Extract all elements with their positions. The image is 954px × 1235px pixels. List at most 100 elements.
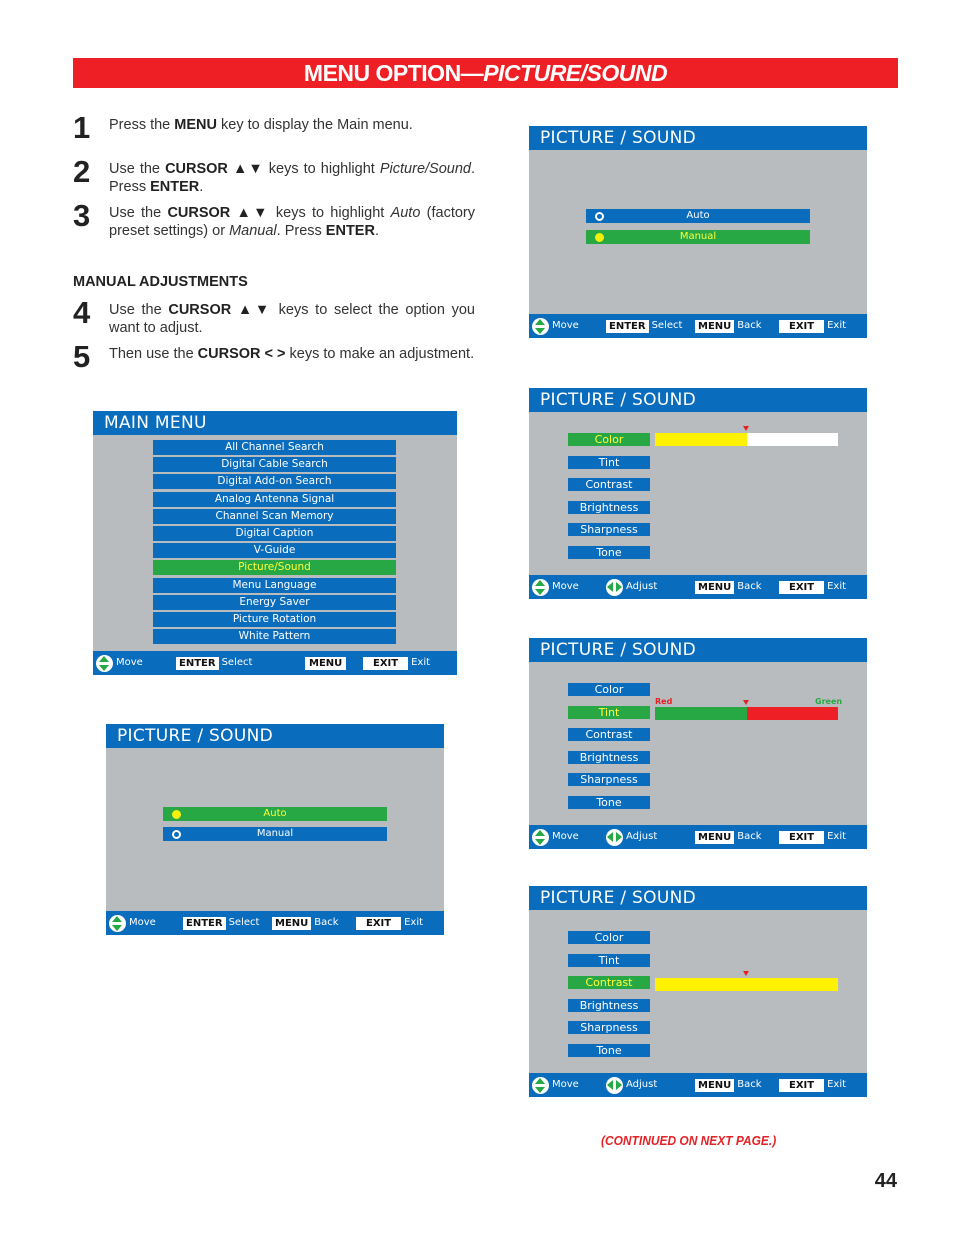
level-marker-icon — [743, 426, 749, 431]
menu-item[interactable]: Digital Caption — [153, 526, 396, 541]
adjust-item-contrast[interactable]: Contrast — [568, 728, 650, 742]
exit-key[interactable]: EXIT — [779, 1078, 825, 1092]
enter-key[interactable]: ENTER — [606, 319, 649, 333]
bold-text: ENTER — [325, 223, 375, 239]
menu-item[interactable]: Energy Saver — [153, 594, 396, 610]
continued-note: (CONTINUED ON NEXT PAGE.) — [601, 1133, 777, 1148]
adjust-item-brightness[interactable]: Brightness — [568, 500, 650, 514]
radio-icon — [595, 233, 604, 242]
menu-item[interactable]: Picture/Sound — [153, 560, 396, 576]
picture-sound-auto-screen: PICTURE / SOUND Auto Manual Move ENTER Se… — [106, 724, 444, 935]
exit-label: Exit — [827, 831, 847, 842]
menu-key[interactable]: MENU — [305, 656, 347, 670]
move-label: Move — [552, 581, 579, 592]
contrast-level-bar[interactable] — [655, 971, 838, 991]
adjust-item-tint[interactable]: Tint — [568, 953, 650, 967]
menu-item[interactable]: All Channel Search — [153, 440, 396, 455]
menu-item[interactable]: V-Guide — [153, 543, 396, 559]
enter-key[interactable]: ENTER — [176, 656, 219, 670]
picture-sound-contrast-screen: PICTURE / SOUND Color Tint Contrast Brightn… — [529, 886, 867, 1097]
select-label: Select — [651, 320, 683, 331]
move-label: Move — [129, 917, 156, 928]
adjust-item-tint[interactable]: Tint — [568, 705, 650, 719]
adjust-item-color[interactable]: Color — [568, 931, 650, 944]
banner-title-italic: PICTURE/SOUND — [483, 60, 668, 86]
adjust-item-brightness[interactable]: Brightness — [568, 750, 650, 764]
select-label: Select — [228, 917, 260, 928]
adjust-item-brightness[interactable]: Brightness — [568, 998, 650, 1012]
option-auto[interactable]: Auto — [163, 807, 387, 821]
step-2: 2 Use the CURSOR ▲▼ keys to highlight Pic… — [73, 154, 475, 196]
osd-title: PICTURE / SOUND — [529, 886, 867, 910]
option-auto[interactable]: Auto — [586, 209, 810, 223]
exit-label: Exit — [827, 320, 847, 331]
radio-icon — [172, 810, 181, 819]
text: . — [374, 223, 379, 239]
move-label: Move — [116, 657, 143, 668]
osd-title: PICTURE / SOUND — [529, 388, 867, 412]
adjust-item-sharpness[interactable]: Sharpness — [568, 1021, 650, 1035]
select-label: Select — [221, 657, 253, 668]
menu-item[interactable]: White Pattern — [153, 629, 396, 645]
adjust-item-sharpness[interactable]: Sharpness — [568, 523, 650, 537]
move-label: Move — [552, 320, 579, 331]
menu-item[interactable]: Channel Scan Memory — [153, 508, 396, 524]
adjust-item-tint[interactable]: Tint — [568, 455, 650, 469]
menu-item[interactable]: Analog Antenna Signal — [153, 491, 396, 507]
adjust-item-contrast[interactable]: Contrast — [568, 478, 650, 492]
back-label: Back — [737, 581, 762, 592]
osd-title: PICTURE / SOUND — [106, 724, 444, 748]
exit-key[interactable]: EXIT — [779, 830, 825, 844]
bold-text: CURSOR ▲▼ — [168, 302, 272, 318]
exit-key[interactable]: EXIT — [779, 580, 825, 594]
adjust-item-tone[interactable]: Tone — [568, 1044, 650, 1057]
step-text: Use the CURSOR ▲▼ keys to highlight Pict… — [109, 160, 475, 196]
menu-item[interactable]: Digital Add-on Search — [153, 474, 396, 490]
step-number: 3 — [73, 198, 91, 233]
adjust-item-tone[interactable]: Tone — [568, 546, 650, 559]
exit-key[interactable]: EXIT — [779, 319, 825, 333]
option-label: Manual — [256, 828, 294, 839]
option-manual[interactable]: Manual — [586, 230, 810, 244]
italic-text: Manual — [229, 223, 277, 239]
level-marker-icon — [743, 971, 749, 976]
menu-item[interactable]: Menu Language — [153, 577, 396, 593]
adjust-item-contrast[interactable]: Contrast — [568, 976, 650, 990]
menu-key[interactable]: MENU — [695, 580, 735, 594]
menu-key[interactable]: MENU — [695, 319, 735, 333]
menu-key[interactable]: MENU — [695, 830, 735, 844]
exit-key[interactable]: EXIT — [356, 916, 402, 930]
text: key to display the Main menu. — [216, 117, 413, 133]
menu-key[interactable]: MENU — [695, 1078, 735, 1092]
banner-title-plain: MENU OPTION— — [303, 60, 484, 86]
osd-footer: Move Adjust MENU Back EXIT Exit — [529, 575, 867, 599]
menu-item[interactable]: Picture Rotation — [153, 612, 396, 627]
bold-text: ENTER — [150, 179, 200, 195]
adjust-item-color[interactable]: Color — [568, 683, 650, 696]
tint-left-segment — [655, 707, 747, 720]
up-down-arrows-icon — [532, 578, 549, 596]
exit-key[interactable]: EXIT — [363, 656, 409, 670]
up-down-arrows-icon — [109, 914, 126, 932]
step-text: Use the CURSOR ▲▼ keys to select the opt… — [109, 301, 475, 337]
main-menu-screen: MAIN MENU All Channel Search Digital Cabl… — [93, 411, 457, 675]
tint-left-label: Red — [655, 697, 673, 706]
page-banner: MENU OPTION—PICTURE/SOUND — [73, 58, 898, 88]
italic-text: Auto — [390, 205, 421, 221]
adjust-label: Adjust — [626, 581, 658, 592]
menu-key[interactable]: MENU — [272, 916, 312, 930]
up-down-arrows-icon — [96, 654, 113, 672]
tint-level-bar[interactable] — [655, 700, 838, 720]
option-manual[interactable]: Manual — [163, 827, 387, 841]
exit-label: Exit — [404, 917, 424, 928]
osd-footer: Move ENTER Select MENU EXIT Exit — [93, 651, 457, 675]
menu-item[interactable]: Digital Cable Search — [153, 457, 396, 473]
adjust-item-color[interactable]: Color — [568, 433, 650, 446]
picture-sound-color-screen: PICTURE / SOUND Color Tint Contrast Brightn… — [529, 388, 867, 599]
step-number: 1 — [73, 110, 91, 145]
adjust-item-tone[interactable]: Tone — [568, 796, 650, 809]
color-level-bar[interactable] — [655, 426, 838, 446]
enter-key[interactable]: ENTER — [183, 916, 226, 930]
adjust-item-sharpness[interactable]: Sharpness — [568, 773, 650, 787]
left-right-arrows-icon — [606, 828, 623, 846]
